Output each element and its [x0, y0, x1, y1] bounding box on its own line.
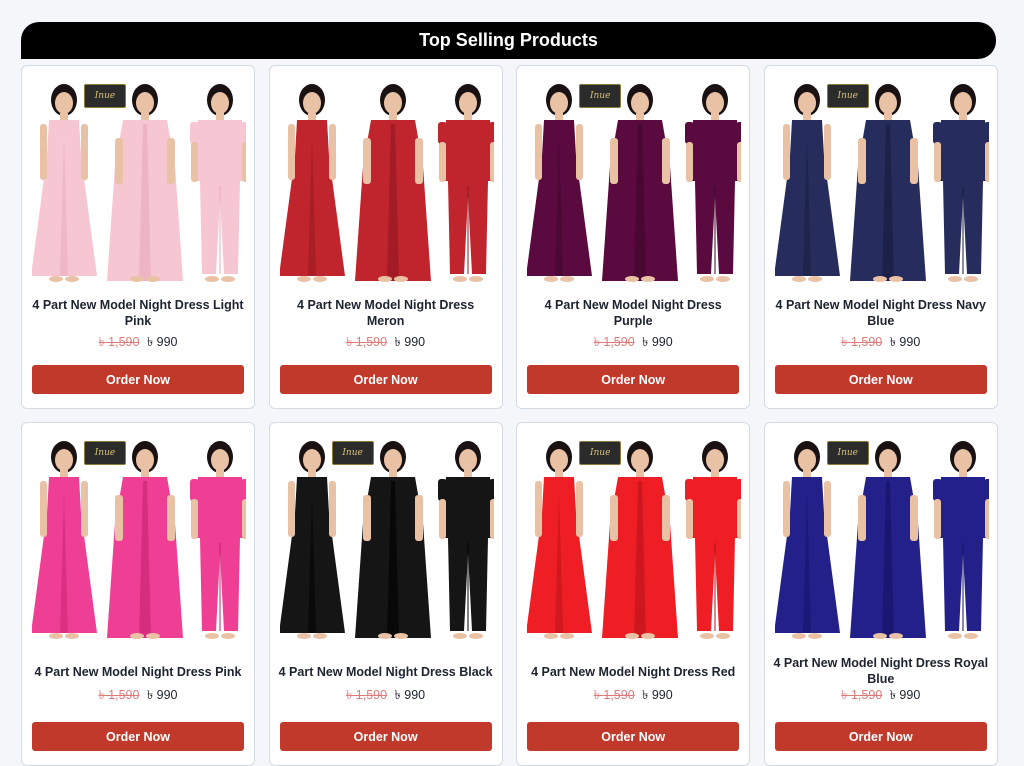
brand-logo-text: Inue — [837, 91, 859, 101]
product-name[interactable]: 4 Part New Model Night Dress Pink — [30, 664, 246, 680]
brand-logo: Inue — [579, 84, 622, 108]
brand-logo: Inue — [331, 441, 374, 465]
sale-price: ৳ 990 — [394, 335, 426, 349]
product-prices: ৳ 1,590 ৳ 990 — [270, 334, 502, 354]
old-price: ৳ 1,590 — [841, 688, 883, 702]
product-image[interactable]: Inue — [527, 76, 742, 288]
product-photo — [32, 76, 246, 288]
product-name[interactable]: 4 Part New Model Night Dress Black — [278, 664, 494, 680]
product-photo — [279, 76, 494, 288]
brand-logo: Inue — [84, 441, 126, 465]
old-price: ৳ 1,590 — [593, 335, 635, 349]
product-card[interactable]: Inue 4 Part New Model Night Dress Light … — [21, 65, 255, 409]
sale-price: ৳ 990 — [146, 335, 178, 349]
order-now-button[interactable]: Order Now — [527, 722, 740, 751]
product-name[interactable]: 4 Part New Model Night Dress Royal Blue — [773, 655, 989, 687]
product-card[interactable]: Inue 4 Part New Model Night Dress Black … — [268, 422, 503, 766]
brand-logo-text: Inue — [342, 448, 363, 458]
brand-logo: Inue — [579, 441, 622, 465]
old-price: ৳ 1,590 — [841, 335, 883, 349]
product-prices: ৳ 1,590 ৳ 990 — [517, 334, 749, 354]
section-title-banner: Top Selling Products — [21, 22, 996, 59]
product-card[interactable]: Inue 4 Part New Model Night Dress Red ৳ … — [516, 422, 751, 766]
product-card[interactable]: Inue 4 Part New Model Night Dress Purple… — [516, 65, 751, 409]
brand-logo-text: Inue — [589, 91, 611, 101]
old-price: ৳ 1,590 — [346, 335, 388, 349]
old-price: ৳ 1,590 — [98, 688, 140, 702]
product-image[interactable] — [279, 76, 494, 288]
product-image[interactable]: Inue — [774, 433, 989, 645]
sale-price: ৳ 990 — [642, 335, 673, 349]
product-card[interactable]: Inue 4 Part New Model Night Dress Royal … — [763, 422, 998, 766]
product-name[interactable]: 4 Part New Model Night Dress Meron — [278, 297, 494, 329]
product-prices: ৳ 1,590 ৳ 990 — [765, 687, 997, 707]
old-price: ৳ 1,590 — [593, 688, 635, 702]
order-now-button[interactable]: Order Now — [527, 365, 740, 394]
order-now-button[interactable]: Order Now — [774, 722, 987, 751]
product-photo — [527, 76, 742, 288]
sale-price: ৳ 990 — [394, 688, 426, 702]
order-now-button[interactable]: Order Now — [279, 722, 492, 751]
section-title: Top Selling Products — [419, 30, 598, 50]
product-photo — [527, 433, 742, 645]
product-image[interactable]: Inue — [32, 76, 246, 288]
order-now-button[interactable]: Order Now — [279, 365, 492, 394]
sale-price: ৳ 990 — [146, 688, 178, 702]
product-prices: ৳ 1,590 ৳ 990 — [517, 687, 749, 707]
product-name[interactable]: 4 Part New Model Night Dress Light Pink — [30, 297, 246, 329]
product-image[interactable]: Inue — [527, 433, 742, 645]
product-photo — [32, 433, 246, 645]
product-image[interactable]: Inue — [32, 433, 246, 645]
product-photo — [774, 433, 989, 645]
sale-price: ৳ 990 — [642, 688, 673, 702]
product-photo — [774, 76, 989, 288]
product-image[interactable]: Inue — [774, 76, 989, 288]
product-card[interactable]: Inue 4 Part New Model Night Dress Pink ৳… — [21, 422, 255, 766]
brand-logo-text: Inue — [837, 448, 859, 458]
brand-logo-text: Inue — [94, 448, 116, 458]
product-name[interactable]: 4 Part New Model Night Dress Purple — [525, 297, 741, 329]
sale-price: ৳ 990 — [889, 335, 921, 349]
sale-price: ৳ 990 — [889, 688, 921, 702]
order-now-button[interactable]: Order Now — [774, 365, 987, 394]
old-price: ৳ 1,590 — [98, 335, 140, 349]
brand-logo: Inue — [84, 84, 126, 108]
product-prices: ৳ 1,590 ৳ 990 — [270, 687, 502, 707]
brand-logo-text: Inue — [94, 91, 116, 101]
product-card[interactable]: Inue 4 Part New Model Night Dress Navy B… — [763, 65, 998, 409]
product-prices: ৳ 1,590 ৳ 990 — [22, 687, 254, 707]
product-name[interactable]: 4 Part New Model Night Dress Navy Blue — [773, 297, 989, 329]
product-prices: ৳ 1,590 ৳ 990 — [22, 334, 254, 354]
product-card[interactable]: 4 Part New Model Night Dress Meron ৳ 1,5… — [268, 65, 503, 409]
product-name[interactable]: 4 Part New Model Night Dress Red — [525, 664, 741, 680]
product-image[interactable]: Inue — [279, 433, 494, 645]
brand-logo: Inue — [826, 84, 869, 108]
product-photo — [279, 433, 494, 645]
product-grid: Inue 4 Part New Model Night Dress Light … — [21, 65, 998, 766]
order-now-button[interactable]: Order Now — [32, 722, 244, 751]
product-prices: ৳ 1,590 ৳ 990 — [765, 334, 997, 354]
old-price: ৳ 1,590 — [346, 688, 388, 702]
brand-logo: Inue — [826, 441, 869, 465]
brand-logo-text: Inue — [589, 448, 611, 458]
order-now-button[interactable]: Order Now — [32, 365, 244, 394]
